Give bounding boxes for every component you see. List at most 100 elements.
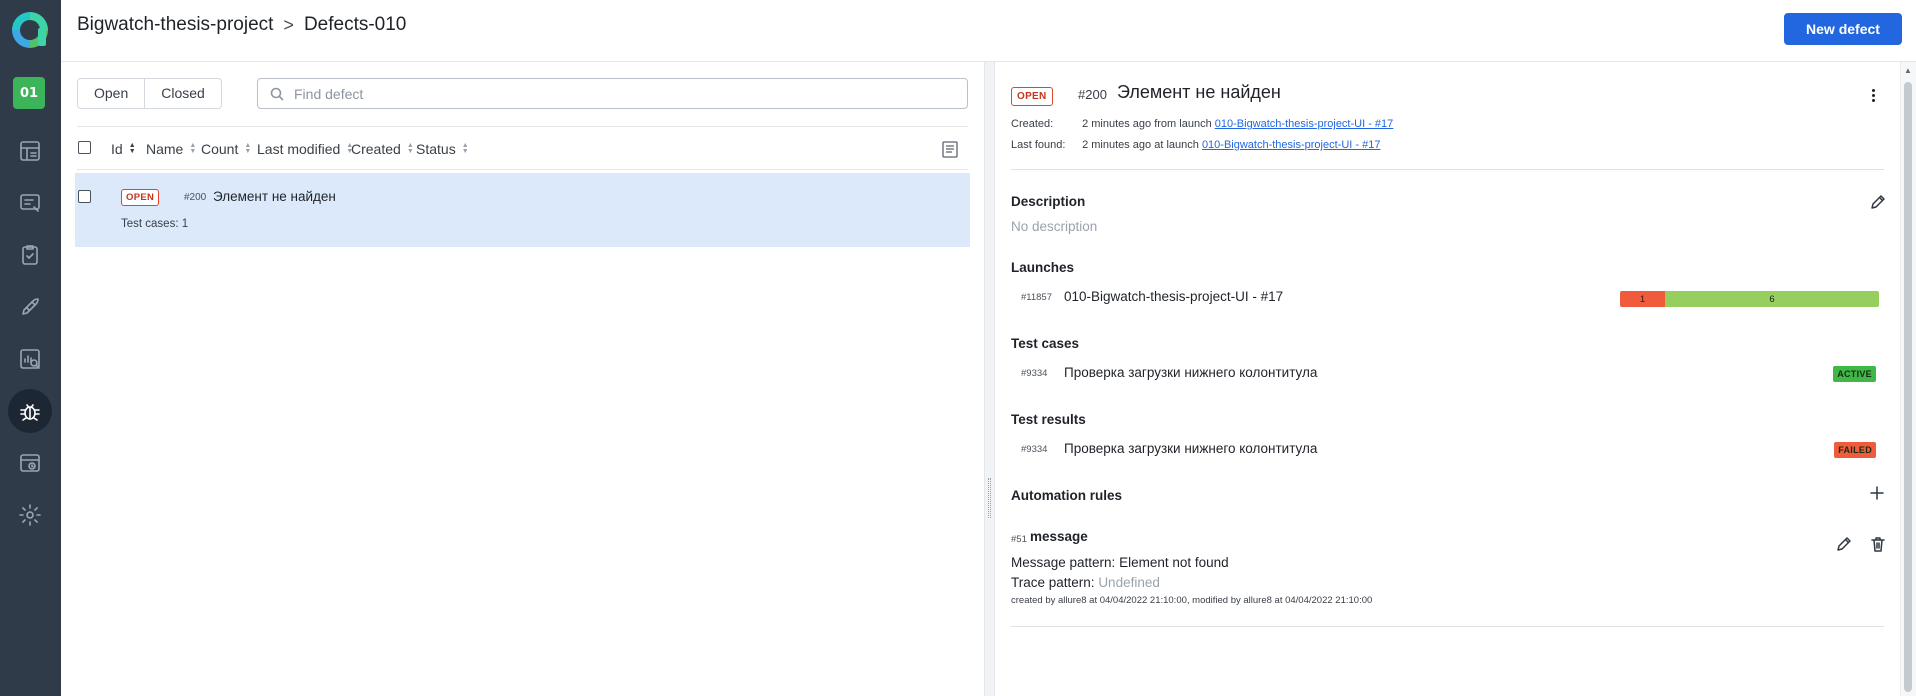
project-avatar[interactable]: 01: [13, 77, 45, 109]
trace-pattern-label: Trace pattern:: [1011, 575, 1095, 590]
row-checkbox[interactable]: [78, 190, 91, 203]
nav-test-plans[interactable]: [8, 441, 52, 485]
sort-icon: ▲ ▼: [128, 142, 136, 155]
more-menu-icon[interactable]: [1864, 86, 1882, 104]
analytics-icon: [20, 349, 40, 369]
failed-segment: 1: [1620, 291, 1665, 307]
delete-rule-icon[interactable]: [1869, 535, 1887, 558]
table-row[interactable]: OPEN #200 Элемент не найден Test cases: …: [75, 173, 970, 247]
defect-id: #200: [184, 192, 207, 203]
sort-icon: ▲ ▼: [406, 142, 414, 155]
automation-rules-title: Automation rules: [1011, 488, 1123, 503]
sort-icon: ▲ ▼: [189, 142, 197, 155]
breadcrumb-page: Defects-010: [303, 14, 407, 35]
defects-list-pane: Open Closed Id ▲▼ Name ▲▼ Count ▲▼ Last …: [61, 62, 984, 696]
column-count-label: Count: [201, 141, 239, 157]
test-case-name[interactable]: Проверка загрузки нижнего колонтитула: [1064, 365, 1317, 380]
column-last-modified-label: Last modified: [257, 141, 341, 157]
search-input[interactable]: [294, 84, 954, 104]
column-last-modified[interactable]: Last modified ▲ ▼: [257, 141, 353, 157]
breadcrumb: Bigwatch-thesis-project > Defects-010: [77, 14, 406, 36]
test-plans-icon: [20, 454, 40, 472]
detail-scrollbar[interactable]: ▲: [1900, 62, 1916, 696]
column-created[interactable]: Created ▲ ▼: [351, 141, 414, 157]
test-result-id: #9334: [1021, 444, 1048, 455]
test-cases-icon: [22, 245, 38, 265]
filter-closed-tab[interactable]: Closed: [144, 79, 221, 108]
divider: [1011, 169, 1884, 170]
add-rule-icon[interactable]: [1868, 484, 1886, 507]
passed-segment: 6: [1665, 291, 1879, 307]
column-status-label: Status: [416, 141, 456, 157]
table-settings-icon[interactable]: [940, 139, 960, 159]
launch-id: #11857: [1021, 292, 1052, 303]
nav-settings[interactable]: [8, 493, 52, 537]
created-text: 2 minutes ago from launch: [1082, 118, 1212, 130]
search-box: [257, 78, 968, 109]
rule-id: #51: [1011, 534, 1027, 545]
chevron-right-icon: >: [283, 14, 294, 35]
launches-icon: [20, 194, 40, 212]
page-header: Bigwatch-thesis-project > Defects-010 Ne…: [61, 0, 1916, 62]
nav-launches[interactable]: [8, 181, 52, 225]
test-result-status-badge: FAILED: [1834, 442, 1876, 458]
column-status[interactable]: Status ▲ ▼: [416, 141, 469, 157]
edit-description-icon[interactable]: [1869, 193, 1887, 211]
launch-name[interactable]: 010-Bigwatch-thesis-project-UI - #17: [1064, 289, 1283, 304]
description-text: No description: [1011, 219, 1098, 234]
defect-name: Элемент не найден: [213, 189, 336, 204]
test-results-title: Test results: [1011, 412, 1086, 427]
launches-title: Launches: [1011, 260, 1075, 275]
nav-analytics[interactable]: [8, 337, 52, 381]
created-label: Created:: [1011, 118, 1054, 130]
new-defect-button[interactable]: New defect: [1784, 13, 1902, 45]
created-meta: Created: 2 minutes ago from launch 010-B…: [1011, 118, 1393, 130]
column-count[interactable]: Count ▲ ▼: [201, 141, 251, 157]
message-pattern: Message pattern: Element not found: [1011, 555, 1229, 570]
launch-stats-bar: 1 6: [1620, 291, 1879, 307]
breadcrumb-project[interactable]: Bigwatch-thesis-project: [77, 14, 273, 36]
status-filter: Open Closed: [77, 78, 222, 109]
nav-jobs[interactable]: [8, 285, 52, 329]
gear-icon: [19, 504, 41, 526]
detail-id: #200: [1078, 87, 1107, 102]
search-icon: [270, 87, 284, 101]
table-header: Id ▲ ▼ Name ▲ ▼ Count ▲ ▼ Last modified ▲ ▼ …: [77, 126, 968, 170]
detail-title: Элемент не найден: [1117, 82, 1281, 102]
sidebar: 01: [0, 0, 61, 696]
column-id[interactable]: Id ▲ ▼: [111, 141, 136, 157]
rule-audit-text: created by allure8 at 04/04/2022 21:10:0…: [1011, 595, 1373, 606]
trace-pattern: Trace pattern: Undefined: [1011, 575, 1160, 590]
dashboards-icon: [20, 141, 40, 161]
trace-pattern-value: Undefined: [1098, 575, 1160, 590]
test-result-name[interactable]: Проверка загрузки нижнего колонтитула: [1064, 441, 1317, 456]
divider: [1011, 626, 1884, 627]
pane-resize-handle[interactable]: [984, 62, 995, 696]
defect-test-cases: Test cases: 1: [121, 218, 189, 230]
column-name[interactable]: Name ▲ ▼: [146, 141, 196, 157]
column-id-label: Id: [111, 141, 123, 157]
select-all-checkbox[interactable]: [78, 141, 91, 154]
edit-rule-icon[interactable]: [1835, 535, 1853, 553]
allure-logo-stem: [38, 28, 46, 46]
last-found-label: Last found:: [1011, 139, 1066, 151]
sort-icon: ▲ ▼: [244, 142, 252, 155]
last-found-meta: Last found: 2 minutes ago at launch 010-…: [1011, 139, 1380, 151]
column-created-label: Created: [351, 141, 401, 157]
sort-icon: ▲ ▼: [461, 142, 469, 155]
test-cases-title: Test cases: [1011, 336, 1080, 351]
filter-open-tab[interactable]: Open: [78, 79, 144, 108]
created-launch-link[interactable]: 010-Bigwatch-thesis-project-UI - #17: [1215, 118, 1394, 130]
last-found-launch-link[interactable]: 010-Bigwatch-thesis-project-UI - #17: [1202, 139, 1381, 151]
message-pattern-label: Message pattern:: [1011, 555, 1116, 570]
scrollbar-thumb[interactable]: [1904, 82, 1912, 692]
scroll-up-icon[interactable]: ▲: [1904, 66, 1912, 75]
nav-test-cases[interactable]: [8, 233, 52, 277]
description-title: Description: [1011, 194, 1086, 209]
test-case-status-badge: ACTIVE: [1833, 366, 1876, 382]
drag-grip-icon: [988, 478, 991, 518]
nav-dashboards[interactable]: [8, 129, 52, 173]
nav-defects[interactable]: [8, 389, 52, 433]
detail-status-badge: OPEN: [1011, 87, 1053, 106]
test-case-id: #9334: [1021, 368, 1048, 379]
